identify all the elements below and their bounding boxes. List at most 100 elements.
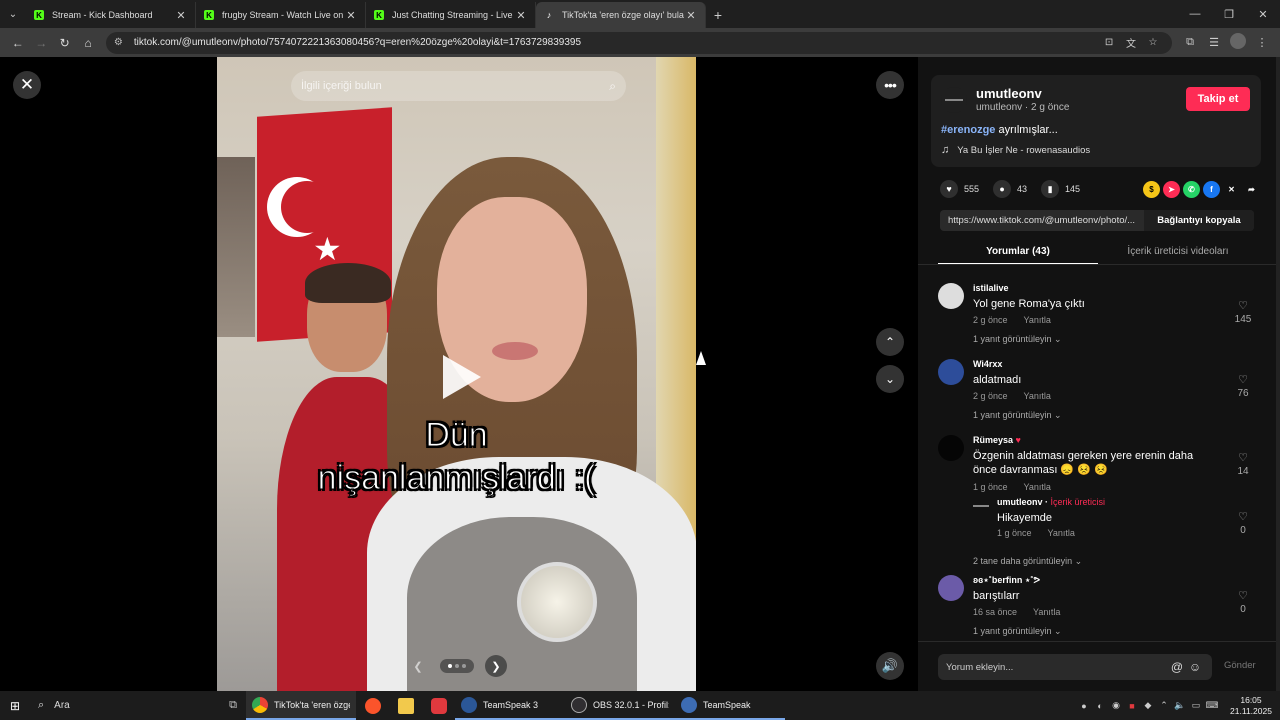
view-replies-button[interactable]: 1 yanıt görüntüleyin ⌄ xyxy=(973,626,1062,637)
send-button[interactable]: Gönder xyxy=(1224,660,1256,671)
reply-button[interactable]: Yanıtla xyxy=(1048,528,1075,538)
more-options-icon[interactable]: ••• xyxy=(876,71,904,99)
reply-button[interactable]: Yanıtla xyxy=(1024,482,1051,492)
comment-like-button[interactable]: ♡ 76 xyxy=(1228,373,1258,399)
close-window-icon[interactable]: ✕ xyxy=(1246,0,1280,28)
tab-close-icon[interactable]: ✕ xyxy=(515,9,527,22)
related-search-input[interactable]: İlgili içeriği bulun ⌕ xyxy=(291,71,626,101)
language-icon[interactable]: ⌨ xyxy=(1204,700,1220,711)
creator-avatar[interactable] xyxy=(973,505,989,507)
comment-like-button[interactable]: ♡ 0 xyxy=(1228,510,1258,536)
carousel-prev-icon[interactable]: ❮ xyxy=(407,655,429,677)
taskbar-app-chrome[interactable]: TikTok'ta 'eren özge... xyxy=(246,691,356,720)
taskbar-app-folder[interactable] xyxy=(389,691,422,720)
comment-like-button[interactable]: ♡ 145 xyxy=(1228,299,1258,325)
reply-button[interactable]: Yanıtla xyxy=(1024,315,1051,325)
tray-app-icon[interactable]: ◐ xyxy=(1092,701,1108,711)
emoji-icon[interactable]: ☺ xyxy=(1186,660,1204,674)
previous-post-icon[interactable]: ⌃ xyxy=(876,328,904,356)
home-icon[interactable]: ⌂ xyxy=(76,31,99,55)
comment-like-button[interactable]: ♡ 0 xyxy=(1228,589,1258,615)
mention-icon[interactable]: @ xyxy=(1168,660,1186,674)
tab-comments[interactable]: Yorumlar (43) xyxy=(938,241,1098,265)
tab-close-icon[interactable]: ✕ xyxy=(175,9,187,22)
network-icon[interactable]: ▭ xyxy=(1188,700,1204,711)
taskbar-app-teamspeak[interactable]: TeamSpeak xyxy=(675,691,785,720)
commenter-name[interactable]: Wi4rxx xyxy=(973,359,1002,369)
author-name[interactable]: umutleonv xyxy=(976,86,1042,101)
carousel-next-icon[interactable]: ❯ xyxy=(485,655,507,677)
minimize-icon[interactable]: — xyxy=(1178,0,1212,28)
address-bar[interactable]: ⚙ tiktok.com/@umutleonv/photo/7574072221… xyxy=(105,31,1173,54)
taskbar-app-red[interactable] xyxy=(422,691,455,720)
creator-name[interactable]: umutleonv · İçerik üreticisi xyxy=(997,497,1105,507)
windows-start-icon[interactable]: ⊞ xyxy=(0,691,30,720)
speaker-icon[interactable]: 🔈 xyxy=(1172,700,1188,711)
browser-tab[interactable]: K Just Chatting Streaming - Live ✕ xyxy=(366,2,536,28)
profile-avatar[interactable] xyxy=(1226,33,1250,52)
like-button[interactable]: ♥ 555 xyxy=(940,180,979,198)
share-coin-icon[interactable]: $ xyxy=(1143,180,1160,198)
bookmark-star-icon[interactable]: ☆ xyxy=(1142,37,1164,48)
volume-icon[interactable]: 🔊 xyxy=(876,652,904,680)
forward-icon[interactable]: → xyxy=(29,31,52,55)
view-replies-button[interactable]: 1 yanıt görüntüleyin ⌄ xyxy=(973,410,1062,421)
post-photo[interactable]: ★ İlgili içeriği bulun ⌕ Dün nişanlanmış… xyxy=(217,57,696,691)
reading-list-icon[interactable]: ☰ xyxy=(1202,36,1226,49)
tray-app-icon[interactable]: ◉ xyxy=(1108,700,1124,711)
taskbar-app-teamspeak3[interactable]: TeamSpeak 3 xyxy=(455,691,565,720)
commenter-name[interactable]: ʚɞ⋆˚berfinn ⋆˚ᕗ xyxy=(973,575,1040,586)
commenter-avatar[interactable] xyxy=(938,283,964,309)
commenter-avatar[interactable] xyxy=(938,575,964,601)
taskbar-search[interactable]: ⌕ Ara xyxy=(30,691,220,720)
x-icon[interactable]: ✕ xyxy=(1223,180,1240,198)
reply-button[interactable]: Yanıtla xyxy=(1024,391,1051,401)
reload-icon[interactable]: ↻ xyxy=(53,31,76,55)
panel-scrollbar[interactable] xyxy=(1276,57,1280,691)
share-arrow-icon[interactable]: ➦ xyxy=(1243,180,1260,198)
comment-input[interactable]: Yorum ekleyin... @ ☺ xyxy=(938,654,1212,680)
commenter-name[interactable]: istilalive xyxy=(973,283,1009,293)
tab-close-icon[interactable]: ✕ xyxy=(685,9,697,22)
tray-app-icon[interactable]: ■ xyxy=(1124,701,1140,711)
tab-close-icon[interactable]: ✕ xyxy=(345,9,357,22)
tray-app-icon[interactable]: ● xyxy=(1076,701,1092,711)
tab-creator-videos[interactable]: İçerik üreticisi videoları xyxy=(1098,241,1258,265)
hashtag-link[interactable]: #erenozge xyxy=(941,124,995,136)
comment-button[interactable]: ● 43 xyxy=(993,180,1027,198)
post-link[interactable]: https://www.tiktok.com/@umutleonv/photo/… xyxy=(940,215,1144,226)
share-send-icon[interactable]: ➤ xyxy=(1163,180,1180,198)
comment-like-button[interactable]: ♡ 14 xyxy=(1228,451,1258,477)
reply-button[interactable]: Yanıtla xyxy=(1033,607,1060,617)
taskbar-app-brave[interactable] xyxy=(356,691,389,720)
facebook-icon[interactable]: f xyxy=(1203,180,1220,198)
browser-tab[interactable]: K Stream - Kick Dashboard ✕ xyxy=(26,2,196,28)
site-info-icon[interactable]: ⚙ xyxy=(114,37,126,48)
translate-icon[interactable]: 文 xyxy=(1120,35,1142,50)
extensions-icon[interactable]: ⧉ xyxy=(1178,36,1202,49)
new-tab-button[interactable]: + xyxy=(706,2,730,28)
follow-button[interactable]: Takip et xyxy=(1186,87,1250,111)
copy-link-button[interactable]: Bağlantıyı kopyala xyxy=(1144,210,1254,231)
taskbar-clock[interactable]: 16:05 21.11.2025 xyxy=(1228,695,1274,717)
tray-app-icon[interactable]: ◆ xyxy=(1140,700,1156,711)
commenter-avatar[interactable] xyxy=(938,359,964,385)
menu-icon[interactable]: ⋮ xyxy=(1250,36,1274,49)
commenter-avatar[interactable] xyxy=(938,435,964,461)
task-view-icon[interactable]: ⧉ xyxy=(220,691,246,720)
view-replies-button[interactable]: 1 yanıt görüntüleyin ⌄ xyxy=(973,334,1062,345)
install-app-icon[interactable]: ⊡ xyxy=(1098,37,1120,48)
whatsapp-icon[interactable]: ✆ xyxy=(1183,180,1200,198)
save-button[interactable]: ▮ 145 xyxy=(1041,180,1080,198)
back-icon[interactable]: ← xyxy=(6,31,29,55)
browser-tab[interactable]: K frugby Stream - Watch Live on ✕ xyxy=(196,2,366,28)
author-avatar[interactable] xyxy=(941,87,967,113)
taskbar-app-obs[interactable]: OBS 32.0.1 - Profil: l... xyxy=(565,691,675,720)
tray-chevron-icon[interactable]: ⌃ xyxy=(1156,700,1172,711)
commenter-name[interactable]: Rümeysa ♥ xyxy=(973,435,1021,445)
play-icon[interactable] xyxy=(443,355,481,399)
view-more-replies-button[interactable]: 2 tane daha görüntüleyin ⌄ xyxy=(973,556,1082,567)
browser-tab-active[interactable]: ♪ TikTok'ta 'eren özge olayı' bula ✕ xyxy=(536,2,706,28)
close-viewer-icon[interactable]: ✕ xyxy=(13,71,41,99)
music-row[interactable]: ♫ Ya Bu İşler Ne - rowenasaudios xyxy=(941,144,1090,156)
